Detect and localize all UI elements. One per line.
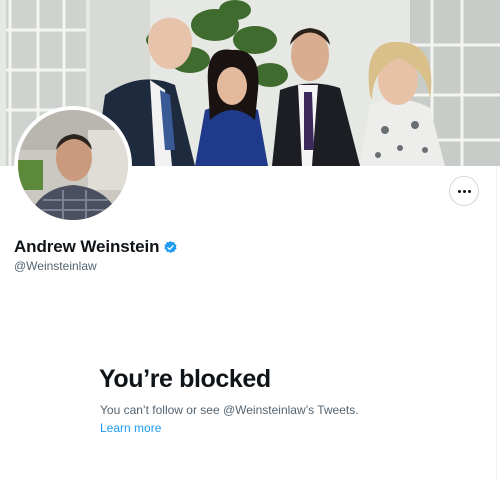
display-name: Andrew Weinstein [14,237,160,256]
profile-name-row: Andrew Weinstein [14,237,178,257]
more-horizontal-icon [457,189,471,193]
profile-handle: @Weinsteinlaw [14,259,97,273]
blocked-title: You’re blocked [99,365,271,393]
learn-more-link[interactable]: Learn more [100,421,161,435]
avatar-photo [18,110,128,220]
more-options-button[interactable] [449,176,479,206]
verified-badge-icon [164,240,178,253]
blocked-message: You can’t follow or see @Weinsteinlaw’s … [100,403,359,417]
profile-avatar[interactable] [14,106,132,224]
